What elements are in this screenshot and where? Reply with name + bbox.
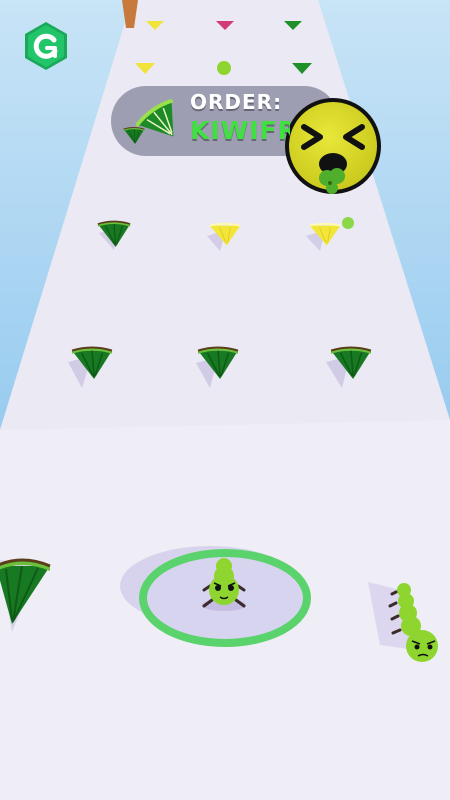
restart-icon xyxy=(25,22,67,70)
restart-button[interactable] xyxy=(22,20,70,72)
order-label: ORDER: xyxy=(190,90,283,114)
fruit-particle xyxy=(342,217,354,229)
sick-face-icon xyxy=(285,98,381,194)
enemy-caterpillar xyxy=(217,61,231,75)
order-item-name: KIWIFR xyxy=(190,116,290,145)
